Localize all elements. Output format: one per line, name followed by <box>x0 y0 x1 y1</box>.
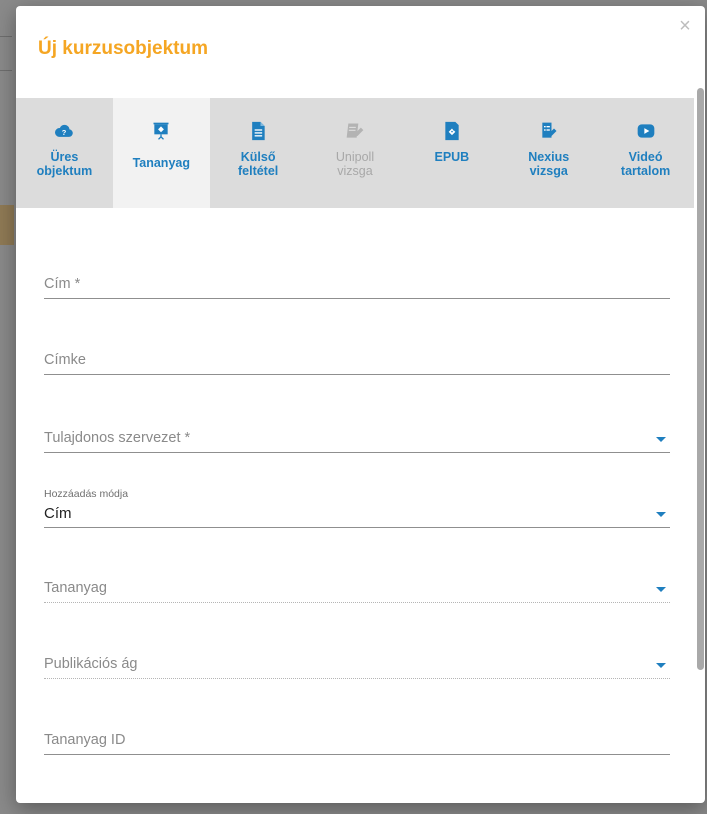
svg-text:?: ? <box>62 128 67 137</box>
backdrop-accent <box>0 205 14 245</box>
title-input[interactable]: Cím * <box>44 268 670 299</box>
owner-organization-select[interactable]: Tulajdonos szervezet * <box>44 422 670 453</box>
tab-unipoll-exam: Unipoll vizsga <box>307 98 404 208</box>
chevron-down-icon <box>656 512 666 517</box>
material-id-placeholder: Tananyag ID <box>44 732 126 748</box>
add-mode-label: Hozzáadás módja <box>44 488 129 500</box>
tab-empty-object[interactable]: ? Üres objektum <box>16 98 113 208</box>
cloud-question-icon: ? <box>55 124 74 137</box>
publication-branch-placeholder: Publikációs ág <box>44 656 138 672</box>
label-input[interactable]: Címke <box>44 344 670 375</box>
presentation-board-icon <box>153 122 169 140</box>
checklist-pen-icon <box>542 122 557 138</box>
close-icon[interactable]: × <box>677 16 693 36</box>
backdrop-divider <box>0 70 12 71</box>
tab-epub[interactable]: EPUB <box>403 98 500 208</box>
chevron-down-icon <box>656 437 666 442</box>
tab-learning-material[interactable]: Tananyag <box>112 98 210 208</box>
dialog-scrollbar[interactable] <box>697 88 704 670</box>
learning-material-placeholder: Tananyag <box>44 580 107 596</box>
object-type-tabs: ? Üres objektum Tananyag Külső feltétel … <box>16 98 694 208</box>
chevron-down-icon <box>656 587 666 592</box>
title-placeholder: Cím * <box>44 276 81 292</box>
notepad-pen-icon <box>346 123 364 138</box>
tab-label: Külső feltétel <box>237 150 279 178</box>
tab-label: Üres objektum <box>36 150 93 178</box>
add-mode-value: Cím <box>44 505 72 522</box>
tab-video-content[interactable]: Videó tartalom <box>597 98 694 208</box>
backdrop-divider <box>0 36 12 37</box>
tab-external-condition[interactable]: Külső feltétel <box>210 98 307 208</box>
tab-nexius-exam[interactable]: Nexius vizsga <box>500 98 597 208</box>
play-icon <box>637 124 654 138</box>
tab-label: EPUB <box>434 150 470 164</box>
publication-branch-select: Publikációs ág <box>44 648 670 679</box>
tab-label: Unipoll vizsga <box>335 150 375 178</box>
new-course-object-dialog: × Új kurzusobjektum ? Üres objektum Tana… <box>16 6 705 803</box>
learning-material-select: Tananyag <box>44 572 670 603</box>
epub-book-icon <box>445 121 459 141</box>
tab-label: Tananyag <box>132 156 190 170</box>
material-id-input[interactable]: Tananyag ID <box>44 724 670 755</box>
dialog-title: Új kurzusobjektum <box>38 38 208 59</box>
owner-organization-placeholder: Tulajdonos szervezet * <box>44 430 191 446</box>
label-placeholder: Címke <box>44 352 86 368</box>
tab-label: Nexius vizsga <box>528 150 570 178</box>
chevron-down-icon <box>656 663 666 668</box>
document-icon <box>252 121 265 141</box>
add-mode-select[interactable]: Hozzáadás módja Cím <box>44 488 670 528</box>
tab-label: Videó tartalom <box>620 150 671 178</box>
